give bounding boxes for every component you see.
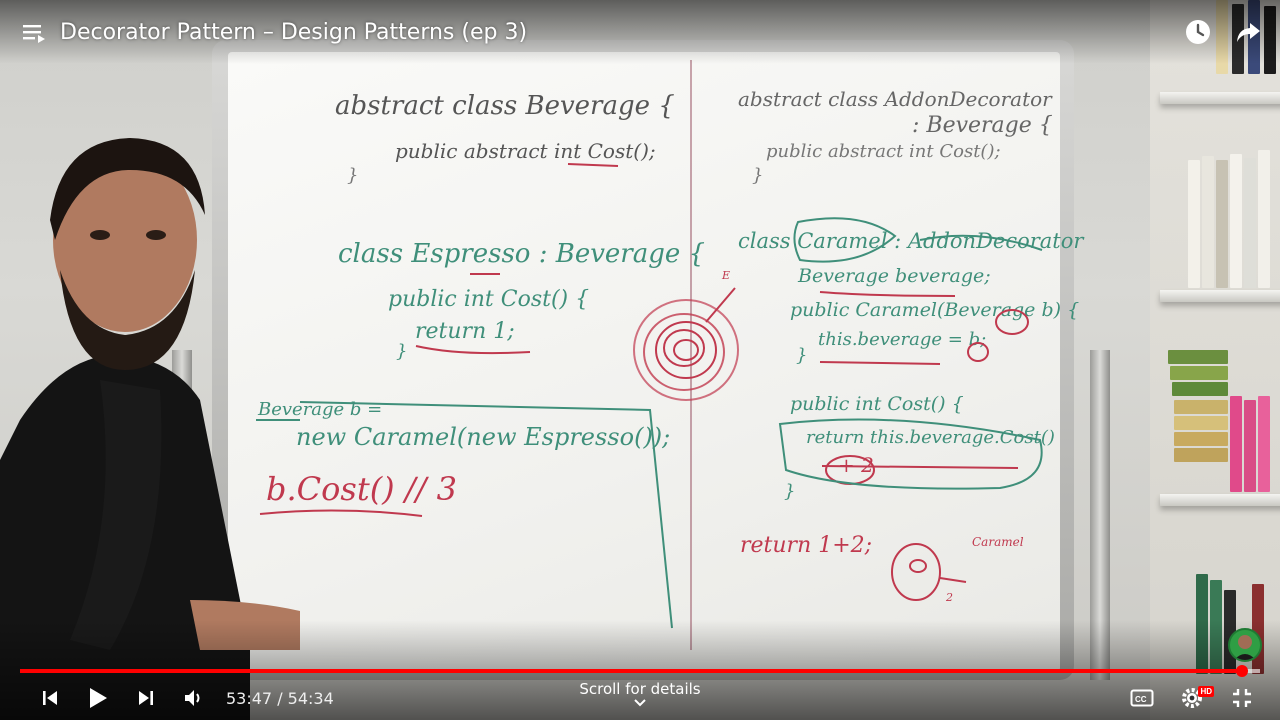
- play-button[interactable]: [74, 678, 122, 718]
- volume-button[interactable]: [170, 678, 218, 718]
- controls-right: CC HD: [1118, 678, 1266, 718]
- progress-bar[interactable]: [20, 665, 1260, 677]
- skip-previous-icon: [43, 691, 57, 705]
- next-button[interactable]: [122, 678, 170, 718]
- share-icon: [1237, 23, 1260, 42]
- top-bar: Decorator Pattern – Design Patterns (ep …: [0, 0, 1280, 64]
- scroll-hint-label: Scroll for details: [579, 680, 701, 698]
- duration: 54:34: [287, 688, 334, 708]
- controls-left: 53:47 / 54:34: [26, 678, 334, 718]
- playlist-icon: [23, 25, 45, 43]
- captions-button[interactable]: CC: [1118, 678, 1166, 718]
- progress-played: [20, 669, 1243, 673]
- captions-icon: CC: [1130, 689, 1154, 707]
- channel-avatar-icon: [1234, 635, 1256, 660]
- exit-fullscreen-button[interactable]: [1218, 678, 1266, 718]
- video-frame[interactable]: abstract class Beverage { public abstrac…: [0, 0, 1280, 720]
- video-title[interactable]: Decorator Pattern – Design Patterns (ep …: [60, 20, 527, 45]
- fullscreen-exit-icon: [1233, 689, 1251, 707]
- clock-icon: [1186, 20, 1210, 44]
- current-time: 53:47: [226, 688, 273, 708]
- share-button[interactable]: [1230, 14, 1266, 50]
- avatar[interactable]: [1228, 628, 1262, 662]
- skip-next-icon: [139, 691, 153, 705]
- playlist-button[interactable]: [18, 16, 50, 48]
- time-display: 53:47 / 54:34: [226, 689, 334, 708]
- scroll-for-details[interactable]: Scroll for details: [540, 680, 740, 708]
- volume-icon: [185, 690, 200, 706]
- chevron-down-icon: [634, 699, 646, 707]
- watch-later-button[interactable]: [1180, 14, 1216, 50]
- svg-text:CC: CC: [1135, 695, 1147, 704]
- hd-badge: HD: [1198, 686, 1214, 697]
- settings-button[interactable]: HD: [1168, 678, 1216, 718]
- play-icon: [90, 688, 107, 708]
- previous-button[interactable]: [26, 678, 74, 718]
- time-separator: /: [272, 688, 288, 708]
